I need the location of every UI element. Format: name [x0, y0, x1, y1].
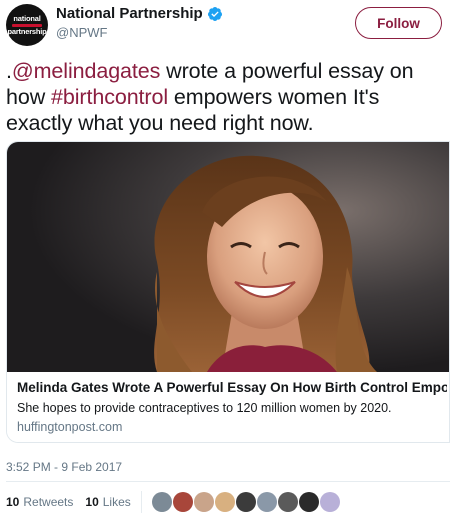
liker-avatar[interactable] — [193, 492, 214, 512]
liker-avatar[interactable] — [319, 492, 340, 512]
card-image[interactable] — [7, 142, 449, 372]
avatar-text-line2: partnership — [7, 26, 47, 36]
tweet-text: .@melindagates wrote a powerful essay on… — [6, 58, 446, 136]
avatar[interactable]: national partnership — [6, 4, 48, 46]
liker-avatars — [151, 492, 341, 512]
follow-button[interactable]: Follow — [355, 7, 442, 39]
avatar-text-line1: national — [13, 13, 41, 23]
likes-count[interactable]: 10 — [85, 495, 98, 509]
author-handle[interactable]: @NPWF — [56, 25, 107, 40]
liker-avatar[interactable] — [214, 492, 235, 512]
retweets-count[interactable]: 10 — [6, 495, 19, 509]
tweet-timestamp[interactable]: 3:52 PM - 9 Feb 2017 — [6, 460, 122, 474]
mention-link[interactable]: @melindagates — [12, 59, 161, 83]
liker-avatar[interactable] — [298, 492, 319, 512]
card-body[interactable]: Melinda Gates Wrote A Powerful Essay On … — [7, 372, 449, 442]
card-description: She hopes to provide contraceptives to 1… — [17, 401, 392, 415]
author-name-row[interactable]: National Partnership — [56, 5, 223, 22]
stats-divider — [140, 491, 142, 513]
tweet-stats: 10 Retweets 10 Likes — [6, 491, 341, 513]
author-display-name[interactable]: National Partnership — [56, 5, 203, 22]
divider — [6, 481, 450, 482]
card-title[interactable]: Melinda Gates Wrote A Powerful Essay On … — [17, 380, 447, 395]
liker-avatar[interactable] — [277, 492, 298, 512]
tweet-header: national partnership National Partnershi… — [0, 0, 450, 56]
liker-avatar[interactable] — [172, 492, 193, 512]
liker-avatar[interactable] — [256, 492, 277, 512]
link-card[interactable]: Melinda Gates Wrote A Powerful Essay On … — [6, 141, 450, 443]
liker-avatar[interactable] — [235, 492, 256, 512]
card-domain[interactable]: huffingtonpost.com — [17, 420, 122, 434]
retweets-label[interactable]: Retweets — [23, 495, 73, 509]
hashtag-link[interactable]: #birthcontrol — [51, 85, 168, 109]
likes-label[interactable]: Likes — [103, 495, 131, 509]
liker-avatar[interactable] — [151, 492, 172, 512]
verified-badge-icon — [207, 6, 223, 22]
